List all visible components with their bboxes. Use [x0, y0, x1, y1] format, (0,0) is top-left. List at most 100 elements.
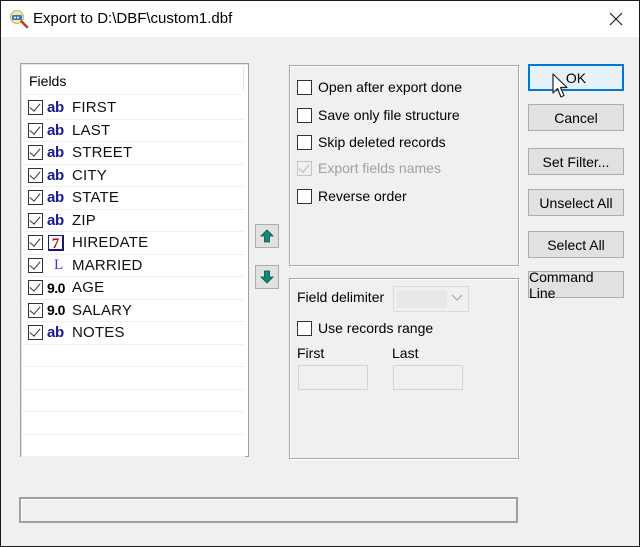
logical-type-badge: L [54, 256, 64, 273]
option-label: Export fields names [318, 160, 441, 176]
field-row-married[interactable]: L MARRIED [21, 255, 245, 277]
export-magnifier-icon [9, 9, 29, 29]
numeric-type-icon: 9.0 [47, 301, 71, 319]
text-type-badge: ab [47, 99, 64, 117]
close-icon [609, 12, 623, 26]
select-all-button[interactable]: Select All [528, 231, 624, 258]
field-row-salary[interactable]: 9.0 SALARY [21, 300, 245, 322]
move-up-button[interactable] [255, 224, 279, 248]
field-delimiter-select [393, 286, 469, 312]
field-delimiter-value [397, 290, 447, 308]
field-name: CITY [72, 166, 107, 184]
numeric-type-badge: 9.0 [47, 279, 65, 296]
checkbox[interactable] [297, 107, 312, 123]
logical-type-icon: L [47, 256, 71, 274]
checkbox[interactable] [297, 188, 312, 204]
field-row-notes[interactable]: ab NOTES [21, 322, 245, 345]
text-type-badge: ab [47, 324, 64, 342]
field-name: STATE [72, 189, 120, 207]
field-row-zip[interactable]: ab ZIP [21, 210, 245, 232]
text-type-badge: ab [47, 166, 64, 184]
field-checkbox[interactable] [28, 280, 43, 296]
close-button[interactable] [593, 1, 639, 37]
numeric-type-icon: 9.0 [47, 279, 71, 297]
field-name: STREET [72, 144, 133, 162]
field-name: AGE [72, 279, 105, 297]
field-name: HIREDATE [72, 234, 149, 252]
option-label: Save only file structure [318, 107, 460, 123]
field-name: MARRIED [72, 256, 143, 274]
field-delimiter-label: Field delimiter [297, 289, 385, 305]
move-down-button[interactable] [255, 265, 279, 289]
set-filter-button[interactable]: Set Filter... [528, 148, 624, 175]
empty-row [21, 390, 245, 412]
field-checkbox[interactable] [28, 302, 43, 318]
field-checkbox[interactable] [28, 190, 43, 206]
export-progress-bar [19, 497, 518, 523]
field-row-first[interactable]: ab FIRST [21, 97, 245, 120]
field-checkbox[interactable] [28, 325, 43, 341]
fields-header-label: Fields [29, 73, 67, 89]
first-record-input [298, 365, 368, 390]
option-label: Open after export done [318, 79, 462, 95]
field-checkbox[interactable] [28, 122, 43, 138]
field-checkbox[interactable] [28, 212, 43, 228]
field-name: NOTES [72, 324, 125, 342]
field-checkbox[interactable] [28, 235, 43, 251]
text-type-icon: ab [47, 121, 71, 139]
arrow-up-icon [260, 229, 274, 243]
option-export-field-names: Export fields names [297, 160, 441, 176]
option-save-structure-only[interactable]: Save only file structure [297, 107, 460, 123]
command-line-button[interactable]: Command Line [528, 269, 624, 301]
unselect-all-button[interactable]: Unselect All [528, 189, 624, 216]
field-row-last[interactable]: ab LAST [21, 120, 245, 142]
first-label: First [297, 345, 325, 361]
ok-button[interactable]: OK [528, 64, 624, 91]
field-checkbox[interactable] [28, 145, 43, 161]
empty-row [21, 435, 245, 457]
field-row-street[interactable]: ab STREET [21, 142, 245, 165]
option-reverse-order[interactable]: Reverse order [297, 188, 407, 204]
fields-list-header[interactable]: Fields [21, 64, 244, 95]
text-type-icon: ab [47, 166, 71, 184]
text-type-icon: ab [47, 324, 71, 342]
checkbox [297, 160, 312, 176]
field-row-age[interactable]: 9.0 AGE [21, 277, 245, 300]
export-parameters-group: Field delimiter Use records range First … [289, 278, 519, 459]
option-use-records-range[interactable]: Use records range [297, 320, 433, 336]
field-name: SALARY [72, 301, 133, 319]
field-row-state[interactable]: ab STATE [21, 187, 245, 210]
empty-row [21, 345, 245, 367]
text-type-icon: ab [47, 144, 71, 162]
cancel-button[interactable]: Cancel [528, 104, 624, 131]
field-checkbox[interactable] [28, 100, 43, 116]
text-type-icon: ab [47, 211, 71, 229]
title-bar: Export to D:\DBF\custom1.dbf [1, 1, 639, 37]
option-open-after-export[interactable]: Open after export done [297, 79, 462, 95]
text-type-badge: ab [47, 189, 64, 207]
option-label: Skip deleted records [318, 134, 446, 150]
fields-rows: ab FIRST ab LAST ab STREET ab CITY ab STATE ab ZIP 7… [21, 97, 245, 457]
field-row-hiredate[interactable]: 7 HIREDATE [21, 232, 245, 255]
text-type-badge: ab [47, 121, 64, 139]
last-record-input [393, 365, 463, 390]
field-name: LAST [72, 121, 111, 139]
chevron-down-icon [451, 294, 463, 301]
arrow-down-icon [260, 270, 274, 284]
fields-list[interactable]: Fields ab FIRST ab LAST ab STREET ab CITY ab STAT… [20, 63, 249, 457]
empty-row [21, 367, 245, 390]
text-type-icon: ab [47, 99, 71, 117]
window-title: Export to D:\DBF\custom1.dbf [33, 10, 233, 27]
field-checkbox[interactable] [28, 257, 43, 273]
text-type-badge: ab [47, 211, 64, 229]
export-options-group: Open after export done Save only file st… [289, 65, 519, 266]
option-label: Reverse order [318, 188, 407, 204]
option-skip-deleted[interactable]: Skip deleted records [297, 134, 446, 150]
field-checkbox[interactable] [28, 167, 43, 183]
checkbox[interactable] [297, 134, 312, 150]
checkbox[interactable] [297, 320, 312, 336]
header-divider [243, 67, 244, 91]
empty-row [21, 412, 245, 435]
checkbox[interactable] [297, 79, 312, 95]
field-row-city[interactable]: ab CITY [21, 165, 245, 187]
